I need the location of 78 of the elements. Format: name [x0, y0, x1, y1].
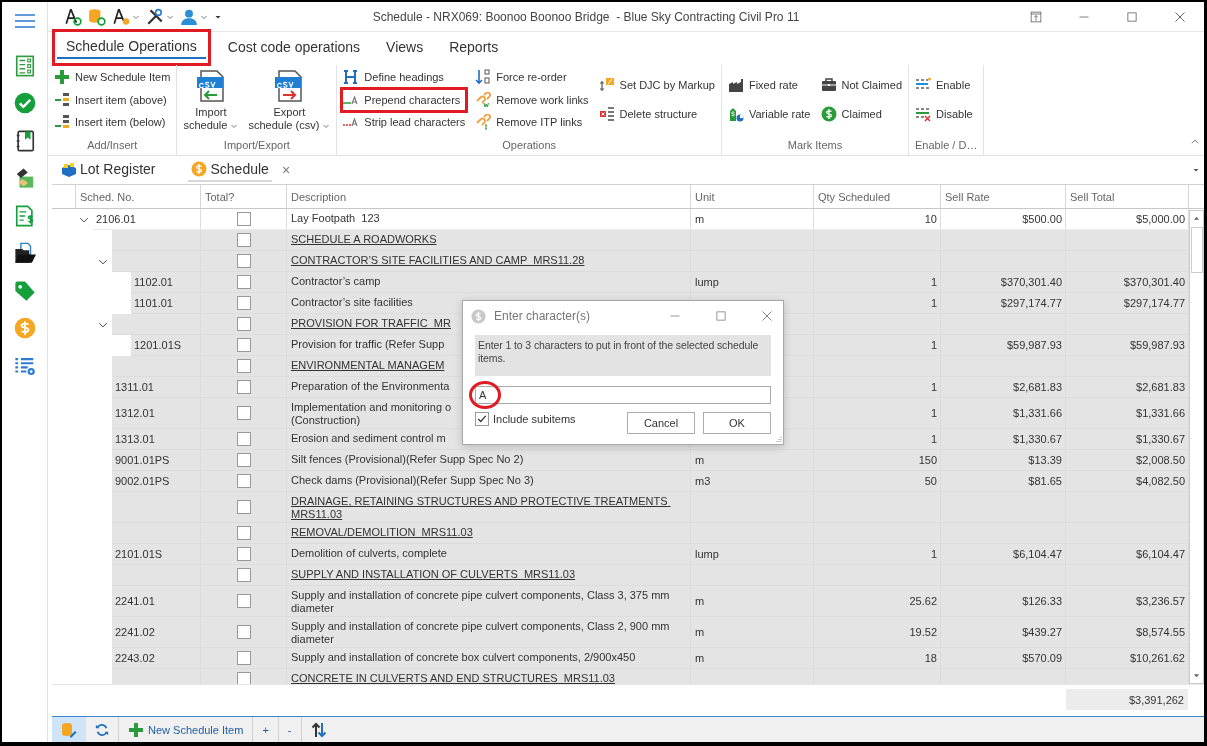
table-cell: 150 [814, 450, 941, 470]
table-cell: lump [691, 544, 814, 564]
dialog-title: Enter character(s) [494, 309, 591, 323]
heading-text: REMOVAL/DEMOLITION MRS11.03 [291, 526, 473, 539]
table-cell: 9002.01PS [112, 471, 201, 491]
table-cell: 1102.01 [131, 272, 201, 292]
table-cell: 1 [814, 335, 941, 355]
table-cell: m [691, 586, 814, 616]
heading-text: SUPPLY AND INSTALLATION OF CULVERTS MRS11.03 [291, 568, 576, 581]
table-cell: $1,330.67 [941, 429, 1066, 449]
group-label: Add/Insert [86, 138, 139, 153]
table-cell: Contractor’s camp [291, 275, 381, 288]
checkbox-label: Include subitems [493, 413, 576, 425]
table-cell: $370,301.40 [941, 272, 1066, 292]
table-cell: 10 [814, 209, 941, 229]
table-cell: Silt fences (Provisional)(Refer Supp Spec No 2) [291, 453, 524, 466]
table-cell: 2241.01 [112, 586, 201, 616]
table-cell-text: Supply and installation of concrete pipe culvert components, Class 2, 900 mm diameter [291, 620, 671, 645]
table-cell: Contractor’s site facilities [291, 296, 413, 309]
table-cell: Erosion and sediment control m [291, 432, 446, 445]
table-cell: m [691, 617, 814, 647]
table-cell: Check dams (Provisional)(Refer Supp Spec No 3) [291, 474, 534, 487]
group-label: Operations [501, 138, 558, 153]
table-cell: 1101.01 [131, 293, 201, 313]
table-cell: $6,104.47 [941, 544, 1066, 564]
table-cell: $59,987.93 [941, 335, 1066, 355]
table-cell: Implementation and monitoring o (Construction) [291, 401, 452, 426]
table-cell: m [691, 648, 814, 668]
table-cell: m3 [691, 471, 814, 491]
group-label: Enable / D… [915, 138, 978, 153]
table-cell: 2243.02 [112, 648, 201, 668]
table-cell: $1,331.66 [941, 398, 1066, 428]
table-cell: 1 [814, 272, 941, 292]
heading-text: PROVISION FOR TRAFFIC MR [291, 317, 451, 330]
table-cell: 2241.02 [112, 617, 201, 647]
table-cell: $500.00 [941, 209, 1066, 229]
table-cell: m [691, 450, 814, 470]
table-cell: 1 [814, 429, 941, 449]
table-cell: Supply and installation of concrete box culvert components, 2/900x450 [291, 651, 636, 664]
table-cell: $13.39 [941, 450, 1066, 470]
heading-text: ENVIRONMENTAL MANAGEM [291, 359, 445, 372]
table-cell: 1201.01S [131, 335, 201, 355]
heading-text: DRAINAGE, RETAINING STRUCTURES AND PROTECTIVE TREATMENTS MRS11.03 [291, 495, 669, 520]
table-cell: $297,174.77 [941, 293, 1066, 313]
table-cell: 1 [814, 398, 941, 428]
table-cell: Lay Footpath 123 [291, 212, 380, 225]
heading-text: CONTRACTOR’S SITE FACILITIES AND CAMP MRS11.28 [291, 254, 585, 267]
group-label: Mark Items [786, 138, 844, 153]
table-cell: lump [691, 272, 814, 292]
dialog-message: Enter 1 to 3 characters to put in front of the selected schedule items. [475, 335, 771, 376]
table-cell: m [691, 209, 814, 229]
table-cell: $126.33 [941, 586, 1066, 616]
group-label: Import/Export [222, 138, 291, 153]
table-cell: 1 [814, 544, 941, 564]
table-cell: $2,681.83 [941, 377, 1066, 397]
table-cell: 50 [814, 471, 941, 491]
table-cell: 25.62 [814, 586, 941, 616]
table-cell: Provision for traffic (Refer Supp [291, 338, 445, 351]
table-cell: 19.52 [814, 617, 941, 647]
table-cell: 9001.01PS [112, 450, 201, 470]
table-cell: Preparation of the Environmenta [291, 380, 450, 393]
window-title: Schedule - NRX069: Boonoo Boonoo Bridge - Blue Sky Contracting Civil Pro 11 [371, 9, 801, 24]
table-cell: $81.65 [941, 471, 1066, 491]
table-cell: 1 [814, 377, 941, 397]
table-cell: 2101.01S [112, 544, 201, 564]
table-cell: $570.09 [941, 648, 1066, 668]
heading-text: SCHEDULE A ROADWORKS [291, 233, 437, 246]
table-cell: $439.27 [941, 617, 1066, 647]
table-cell: 1311.01 [112, 377, 201, 397]
table-cell-text: Supply and installation of concrete pipe culvert components, Class 3, 375 mm diameter [291, 589, 671, 614]
heading-text: CONCRETE IN CULVERTS AND END STRUCTURES MRS11.03 [291, 672, 615, 684]
table-cell: 2106.01 [93, 209, 201, 229]
total-cell: $3,391,262 [1066, 689, 1188, 710]
table-cell: 1312.01 [112, 398, 201, 428]
table-cell: 1 [814, 293, 941, 313]
table-cell: 1313.01 [112, 429, 201, 449]
table-cell: 18 [814, 648, 941, 668]
table-cell: Demolition of culverts, complete [291, 547, 447, 560]
